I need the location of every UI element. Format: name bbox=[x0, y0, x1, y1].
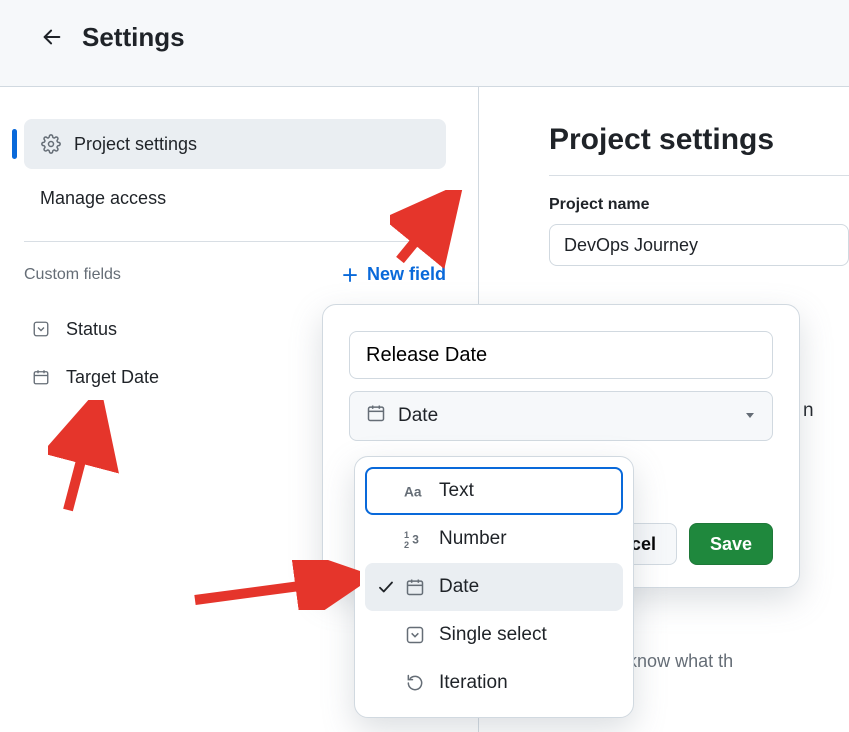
custom-fields-heading: Custom fields bbox=[24, 266, 121, 284]
single-select-icon bbox=[32, 319, 52, 339]
sidebar-item-label: Project settings bbox=[74, 134, 197, 155]
divider bbox=[24, 241, 446, 242]
sidebar-item-project-settings[interactable]: Project settings bbox=[24, 119, 446, 169]
custom-field-label: Target Date bbox=[66, 367, 159, 388]
text-aa-icon: Aa bbox=[403, 480, 427, 502]
type-option-date[interactable]: Date bbox=[365, 563, 623, 611]
type-option-label: Number bbox=[439, 528, 507, 550]
number-123-icon: 123 bbox=[403, 528, 427, 550]
caret-down-icon bbox=[744, 405, 756, 427]
type-option-number[interactable]: 123 Number bbox=[365, 515, 623, 563]
type-option-label: Single select bbox=[439, 624, 547, 646]
type-option-text[interactable]: Aa Text bbox=[365, 467, 623, 515]
svg-text:2: 2 bbox=[404, 540, 409, 550]
calendar-icon bbox=[403, 577, 427, 597]
project-name-label: Project name bbox=[549, 196, 849, 214]
plus-icon bbox=[341, 266, 359, 284]
field-name-input[interactable] bbox=[349, 331, 773, 379]
sidebar-item-label: Manage access bbox=[40, 188, 166, 209]
sidebar-item-manage-access[interactable]: Manage access bbox=[24, 173, 446, 223]
type-option-label: Text bbox=[439, 480, 474, 502]
custom-field-label: Status bbox=[66, 319, 117, 340]
save-button[interactable]: Save bbox=[689, 523, 773, 565]
type-option-single-select[interactable]: Single select bbox=[365, 611, 623, 659]
calendar-icon bbox=[366, 403, 386, 429]
check-icon bbox=[375, 578, 397, 596]
content-heading: Project settings bbox=[549, 123, 849, 157]
single-select-icon bbox=[403, 625, 427, 645]
field-type-select[interactable]: Date bbox=[349, 391, 773, 441]
svg-text:Aa: Aa bbox=[404, 485, 422, 500]
type-option-iteration[interactable]: Iteration bbox=[365, 659, 623, 707]
type-option-label: Iteration bbox=[439, 672, 508, 694]
selected-type-label: Date bbox=[398, 405, 438, 427]
new-field-label: New field bbox=[367, 264, 446, 285]
page-title: Settings bbox=[82, 22, 185, 53]
truncated-text: n bbox=[803, 400, 814, 422]
gear-icon bbox=[40, 133, 62, 155]
type-option-label: Date bbox=[439, 576, 479, 598]
new-field-button[interactable]: New field bbox=[341, 264, 446, 285]
project-name-input[interactable] bbox=[549, 224, 849, 266]
calendar-icon bbox=[32, 367, 52, 387]
svg-text:3: 3 bbox=[412, 533, 419, 547]
svg-text:1: 1 bbox=[404, 530, 409, 540]
field-type-dropdown: Aa Text 123 Number Date Single select It… bbox=[354, 456, 634, 718]
back-arrow-icon[interactable] bbox=[40, 25, 64, 49]
iteration-icon bbox=[403, 673, 427, 693]
divider bbox=[549, 175, 849, 176]
